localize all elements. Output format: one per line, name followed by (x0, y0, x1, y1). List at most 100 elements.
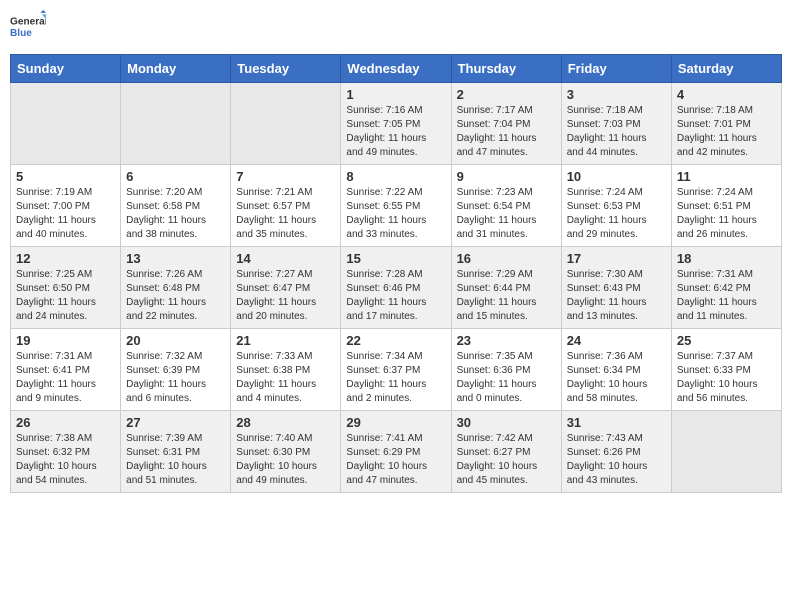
day-number: 9 (457, 169, 556, 184)
calendar-cell: 15 Sunrise: 7:28 AM Sunset: 6:46 PM Dayli… (341, 247, 451, 329)
weekday-header-thursday: Thursday (451, 55, 561, 83)
day-number: 3 (567, 87, 666, 102)
calendar-cell: 24 Sunrise: 7:36 AM Sunset: 6:34 PM Dayli… (561, 329, 671, 411)
calendar-cell: 14 Sunrise: 7:27 AM Sunset: 6:47 PM Dayli… (231, 247, 341, 329)
day-number: 14 (236, 251, 335, 266)
day-info: Sunrise: 7:36 AM Sunset: 6:34 PM Dayligh… (567, 350, 666, 406)
calendar-cell: 20 Sunrise: 7:32 AM Sunset: 6:39 PM Dayli… (121, 329, 231, 411)
day-number: 29 (346, 415, 445, 430)
day-number: 27 (126, 415, 225, 430)
day-number: 26 (16, 415, 115, 430)
day-number: 19 (16, 333, 115, 348)
week-row-2: 5Sunrise: 7:19 AM Sunset: 7:00 PM Daylig… (11, 165, 782, 247)
day-info: Sunrise: 7:18 AM Sunset: 7:03 PM Dayligh… (567, 104, 666, 160)
day-number: 30 (457, 415, 556, 430)
day-info: Sunrise: 7:18 AM Sunset: 7:01 PM Dayligh… (677, 104, 776, 160)
weekday-header-row: SundayMondayTuesdayWednesdayThursdayFrid… (11, 55, 782, 83)
day-number: 11 (677, 169, 776, 184)
week-row-5: 26 Sunrise: 7:38 AM Sunset: 6:32 PM Dayli… (11, 411, 782, 493)
day-number: 22 (346, 333, 445, 348)
day-info: Sunrise: 7:29 AM Sunset: 6:44 PM Dayligh… (457, 268, 556, 324)
day-number: 25 (677, 333, 776, 348)
calendar-cell: 8Sunrise: 7:22 AM Sunset: 6:55 PM Daylig… (341, 165, 451, 247)
day-info: Sunrise: 7:24 AM Sunset: 6:51 PM Dayligh… (677, 186, 776, 242)
calendar-cell: 13Sunrise: 7:26 AM Sunset: 6:48 PM Dayli… (121, 247, 231, 329)
day-number: 15 (346, 251, 445, 266)
svg-text:Blue: Blue (10, 28, 32, 39)
day-info: Sunrise: 7:43 AM Sunset: 6:26 PM Dayligh… (567, 432, 666, 488)
day-info: Sunrise: 7:30 AM Sunset: 6:43 PM Dayligh… (567, 268, 666, 324)
logo-svg: General Blue (10, 10, 46, 46)
calendar-cell (121, 83, 231, 165)
calendar-cell: 31 Sunrise: 7:43 AM Sunset: 6:26 PM Dayli… (561, 411, 671, 493)
week-row-1: 1Sunrise: 7:16 AM Sunset: 7:05 PM Daylig… (11, 83, 782, 165)
day-info: Sunrise: 7:23 AM Sunset: 6:54 PM Dayligh… (457, 186, 556, 242)
header: General Blue (10, 10, 782, 46)
calendar-cell: 12Sunrise: 7:25 AM Sunset: 6:50 PM Dayli… (11, 247, 121, 329)
calendar-cell: 5Sunrise: 7:19 AM Sunset: 7:00 PM Daylig… (11, 165, 121, 247)
calendar-cell: 18Sunrise: 7:31 AM Sunset: 6:42 PM Dayli… (671, 247, 781, 329)
page: General Blue SundayMondayTuesdayWednesda… (0, 0, 792, 612)
calendar-cell: 1Sunrise: 7:16 AM Sunset: 7:05 PM Daylig… (341, 83, 451, 165)
day-info: Sunrise: 7:22 AM Sunset: 6:55 PM Dayligh… (346, 186, 445, 242)
week-row-3: 12Sunrise: 7:25 AM Sunset: 6:50 PM Dayli… (11, 247, 782, 329)
day-number: 10 (567, 169, 666, 184)
day-info: Sunrise: 7:37 AM Sunset: 6:33 PM Dayligh… (677, 350, 776, 406)
day-info: Sunrise: 7:20 AM Sunset: 6:58 PM Dayligh… (126, 186, 225, 242)
day-info: Sunrise: 7:31 AM Sunset: 6:42 PM Dayligh… (677, 268, 776, 324)
day-info: Sunrise: 7:31 AM Sunset: 6:41 PM Dayligh… (16, 350, 115, 406)
day-number: 1 (346, 87, 445, 102)
logo: General Blue (10, 10, 46, 46)
day-info: Sunrise: 7:38 AM Sunset: 6:32 PM Dayligh… (16, 432, 115, 488)
day-info: Sunrise: 7:34 AM Sunset: 6:37 PM Dayligh… (346, 350, 445, 406)
day-number: 17 (567, 251, 666, 266)
svg-text:General: General (10, 16, 46, 27)
day-number: 6 (126, 169, 225, 184)
day-info: Sunrise: 7:28 AM Sunset: 6:46 PM Dayligh… (346, 268, 445, 324)
calendar-cell: 6 Sunrise: 7:20 AM Sunset: 6:58 PM Daylig… (121, 165, 231, 247)
calendar-cell (11, 83, 121, 165)
weekday-header-tuesday: Tuesday (231, 55, 341, 83)
day-info: Sunrise: 7:24 AM Sunset: 6:53 PM Dayligh… (567, 186, 666, 242)
weekday-header-wednesday: Wednesday (341, 55, 451, 83)
calendar-cell (231, 83, 341, 165)
calendar-cell: 9 Sunrise: 7:23 AM Sunset: 6:54 PM Daylig… (451, 165, 561, 247)
day-number: 23 (457, 333, 556, 348)
weekday-header-sunday: Sunday (11, 55, 121, 83)
day-number: 21 (236, 333, 335, 348)
day-info: Sunrise: 7:27 AM Sunset: 6:47 PM Dayligh… (236, 268, 335, 324)
calendar-cell: 10 Sunrise: 7:24 AM Sunset: 6:53 PM Dayli… (561, 165, 671, 247)
day-info: Sunrise: 7:32 AM Sunset: 6:39 PM Dayligh… (126, 350, 225, 406)
calendar-cell: 7Sunrise: 7:21 AM Sunset: 6:57 PM Daylig… (231, 165, 341, 247)
calendar-cell: 2 Sunrise: 7:17 AM Sunset: 7:04 PM Daylig… (451, 83, 561, 165)
day-info: Sunrise: 7:35 AM Sunset: 6:36 PM Dayligh… (457, 350, 556, 406)
calendar-cell: 28 Sunrise: 7:40 AM Sunset: 6:30 PM Dayli… (231, 411, 341, 493)
day-info: Sunrise: 7:19 AM Sunset: 7:00 PM Dayligh… (16, 186, 115, 242)
day-info: Sunrise: 7:33 AM Sunset: 6:38 PM Dayligh… (236, 350, 335, 406)
day-info: Sunrise: 7:39 AM Sunset: 6:31 PM Dayligh… (126, 432, 225, 488)
day-number: 7 (236, 169, 335, 184)
calendar-cell: 23 Sunrise: 7:35 AM Sunset: 6:36 PM Dayli… (451, 329, 561, 411)
calendar-cell: 3 Sunrise: 7:18 AM Sunset: 7:03 PM Daylig… (561, 83, 671, 165)
day-info: Sunrise: 7:41 AM Sunset: 6:29 PM Dayligh… (346, 432, 445, 488)
calendar-cell: 25 Sunrise: 7:37 AM Sunset: 6:33 PM Dayli… (671, 329, 781, 411)
day-number: 20 (126, 333, 225, 348)
week-row-4: 19 Sunrise: 7:31 AM Sunset: 6:41 PM Dayli… (11, 329, 782, 411)
weekday-header-friday: Friday (561, 55, 671, 83)
day-number: 24 (567, 333, 666, 348)
calendar-cell (671, 411, 781, 493)
calendar-cell: 29 Sunrise: 7:41 AM Sunset: 6:29 PM Dayli… (341, 411, 451, 493)
calendar-cell: 11 Sunrise: 7:24 AM Sunset: 6:51 PM Dayli… (671, 165, 781, 247)
day-number: 13 (126, 251, 225, 266)
day-number: 31 (567, 415, 666, 430)
day-number: 28 (236, 415, 335, 430)
calendar-cell: 17 Sunrise: 7:30 AM Sunset: 6:43 PM Dayli… (561, 247, 671, 329)
day-info: Sunrise: 7:17 AM Sunset: 7:04 PM Dayligh… (457, 104, 556, 160)
weekday-header-saturday: Saturday (671, 55, 781, 83)
day-number: 2 (457, 87, 556, 102)
calendar-cell: 22 Sunrise: 7:34 AM Sunset: 6:37 PM Dayli… (341, 329, 451, 411)
day-info: Sunrise: 7:40 AM Sunset: 6:30 PM Dayligh… (236, 432, 335, 488)
calendar-cell: 26 Sunrise: 7:38 AM Sunset: 6:32 PM Dayli… (11, 411, 121, 493)
calendar-cell: 16Sunrise: 7:29 AM Sunset: 6:44 PM Dayli… (451, 247, 561, 329)
day-number: 4 (677, 87, 776, 102)
